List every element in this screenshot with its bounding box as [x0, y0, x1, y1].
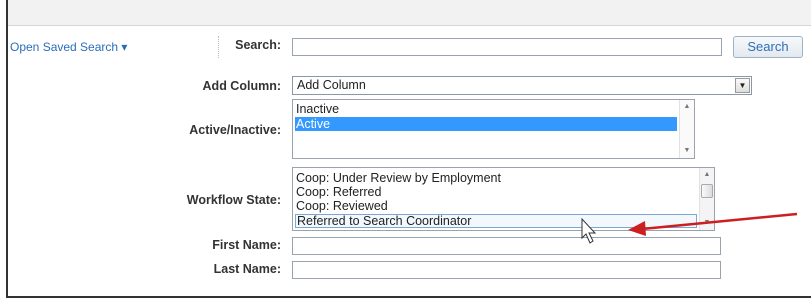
add-column-selected-value: Add Column	[297, 78, 366, 92]
chevron-down-icon[interactable]: ▼	[735, 78, 750, 93]
list-item[interactable]: Coop: Under Review by Employment	[295, 171, 697, 185]
search-panel: Open Saved Search ▾ Search: Search Add C…	[6, 0, 811, 298]
search-label: Search:	[235, 38, 281, 52]
list-item-selected[interactable]: Active	[295, 117, 677, 131]
search-button[interactable]: Search	[733, 36, 803, 58]
list-item[interactable]: Coop: Referred	[295, 185, 697, 199]
top-toolbar-strip	[8, 0, 811, 26]
triangle-up-icon[interactable]: ▲	[680, 100, 694, 114]
list-item[interactable]: Coop: Reviewed	[295, 199, 697, 213]
toolbar-divider	[218, 36, 219, 58]
scrollbar[interactable]: ▲ ▼	[699, 168, 714, 230]
scrollbar[interactable]: ▲ ▼	[679, 100, 694, 158]
list-item-hovered[interactable]: Referred to Search Coordinator	[295, 214, 697, 228]
list-item[interactable]: Inactive	[295, 102, 677, 116]
open-saved-search-link[interactable]: Open Saved Search ▾	[10, 40, 127, 54]
last-name-input[interactable]	[292, 261, 721, 279]
triangle-down-icon[interactable]: ▼	[680, 144, 694, 158]
search-input[interactable]	[292, 38, 722, 56]
workflow-state-listbox[interactable]: Coop: Under Review by Employment Coop: R…	[292, 167, 715, 231]
add-column-select[interactable]: Add Column ▼	[292, 76, 752, 95]
active-inactive-label: Active/Inactive:	[189, 123, 281, 137]
workflow-state-label: Workflow State:	[186, 193, 281, 207]
first-name-label: First Name:	[212, 238, 281, 252]
first-name-input[interactable]	[292, 237, 721, 255]
triangle-up-icon[interactable]: ▲	[700, 168, 714, 182]
triangle-down-icon[interactable]: ▼	[700, 216, 714, 230]
add-column-label: Add Column:	[202, 79, 281, 93]
active-inactive-listbox[interactable]: Inactive Active ▲ ▼	[292, 99, 695, 159]
last-name-label: Last Name:	[213, 262, 281, 276]
scrollbar-thumb[interactable]	[701, 184, 713, 198]
